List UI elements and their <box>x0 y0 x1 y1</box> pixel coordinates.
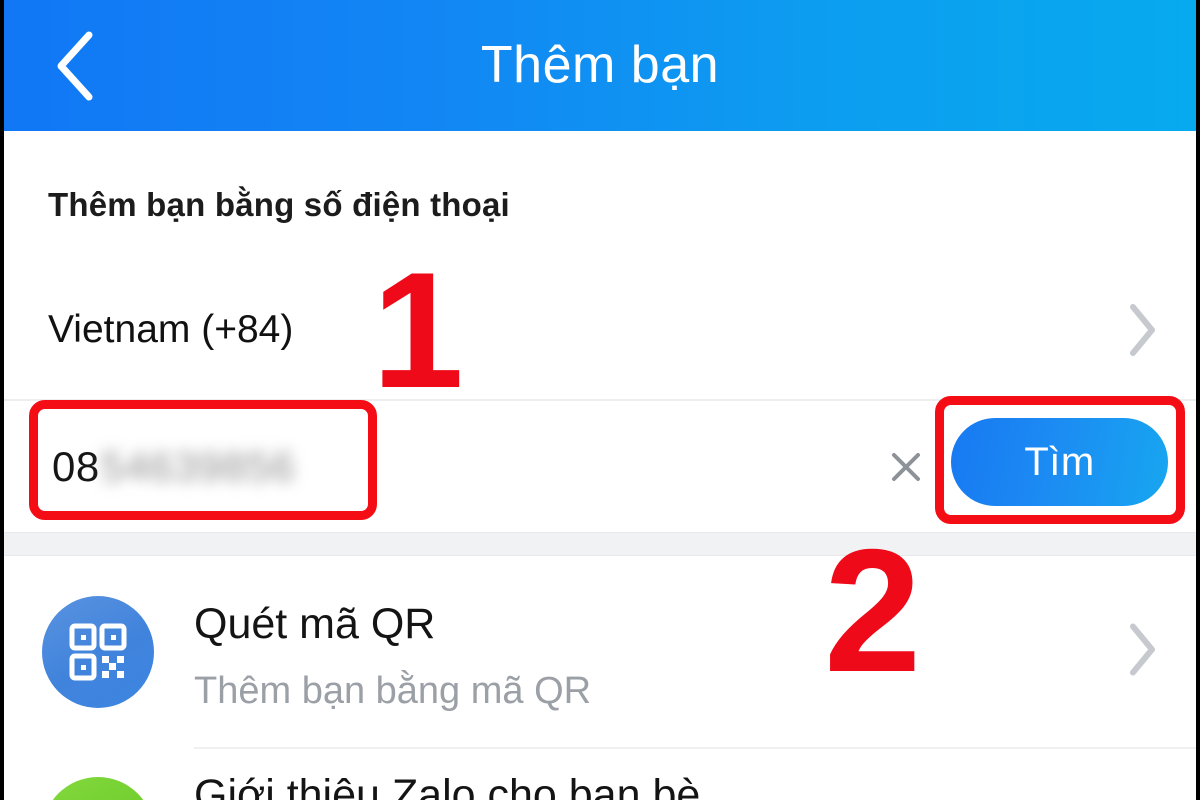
country-selector-row[interactable]: Vietnam (+84) <box>4 278 1196 382</box>
list-item-subtitle: Thêm bạn bằng mã QR <box>194 670 592 712</box>
chevron-right-icon <box>1126 302 1158 358</box>
list-item-title: Giới thiệu Zalo cho bạn bè <box>194 771 701 800</box>
annotation-step-2: 2 <box>824 514 922 709</box>
qr-code-icon <box>42 596 154 708</box>
phone-input-masked-value: 54639856 <box>100 442 296 490</box>
phone-input[interactable]: 08 54639856 <box>52 443 296 491</box>
phone-screen: Thêm bạn Thêm bạn bằng số điện thoại Vie… <box>0 0 1200 800</box>
list-item-scan-qr[interactable]: Quét mã QR Thêm bạn bằng mã QR <box>4 557 1196 747</box>
country-value: Vietnam (+84) <box>48 308 294 351</box>
page-title: Thêm bạn <box>480 36 720 94</box>
list-item-invite-friends[interactable]: Giới thiệu Zalo cho bạn bè <box>4 749 1196 800</box>
section-separator <box>4 532 1196 556</box>
annotation-step-1: 1 <box>372 238 464 422</box>
search-button[interactable]: Tìm <box>951 418 1168 506</box>
close-x-icon[interactable] <box>884 445 928 489</box>
app-header: Thêm bạn <box>4 0 1196 131</box>
chevron-right-icon <box>1126 622 1158 683</box>
phone-section-label: Thêm bạn bằng số điện thoại <box>48 186 510 223</box>
list-item-title: Quét mã QR <box>194 600 436 648</box>
invite-friends-icon <box>42 777 154 800</box>
phone-input-visible-value: 08 <box>52 442 100 490</box>
